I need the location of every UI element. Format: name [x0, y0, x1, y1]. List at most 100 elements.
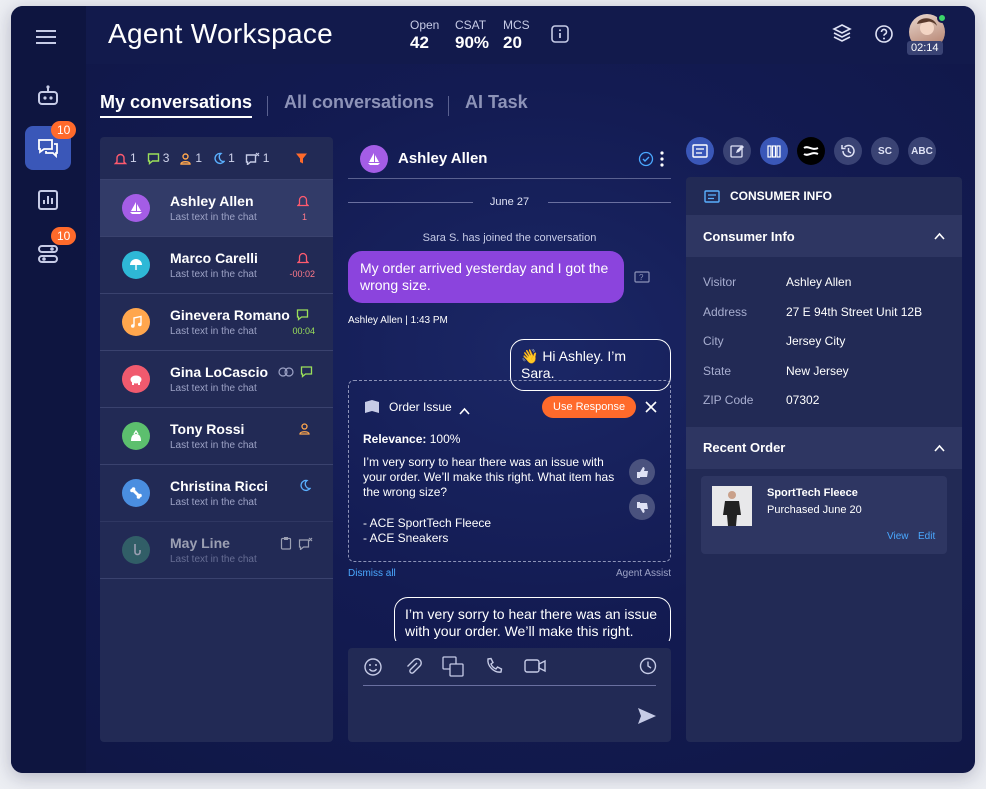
wait-timer: 00:04 — [292, 326, 315, 336]
paperclip-icon[interactable] — [404, 657, 422, 682]
field-address: Address 27 E 94th Street Unit 12B — [703, 304, 923, 319]
emoji-icon[interactable] — [363, 657, 383, 682]
agent-assist-label: Agent Assist — [615, 568, 671, 579]
moon-icon — [214, 152, 226, 164]
brand-logo-icon[interactable] — [797, 137, 825, 165]
chat-icon — [296, 308, 309, 321]
check-circle-icon[interactable] — [638, 151, 654, 172]
menu-icon[interactable] — [36, 28, 58, 51]
filter-alerts[interactable]: 1 — [114, 151, 137, 165]
history-icon[interactable] — [834, 137, 862, 165]
funnel-icon[interactable] — [295, 152, 308, 165]
chevron-up-icon[interactable] — [459, 402, 470, 420]
app-title: Agent Workspace — [108, 18, 333, 49]
filter-away[interactable]: 1 — [212, 151, 235, 165]
sc-tool-button[interactable]: SC — [871, 137, 899, 165]
session-timer: 02:14 — [907, 41, 943, 55]
messages-badge: 10 — [51, 121, 77, 139]
thumbs-up-icon[interactable] — [629, 459, 655, 485]
chat-icon — [300, 366, 313, 378]
consumer-card-icon[interactable] — [686, 137, 714, 165]
conversations-nav-button[interactable]: 10 — [25, 121, 77, 170]
message-input[interactable] — [363, 693, 633, 733]
alert-count: 1 — [301, 212, 307, 222]
send-icon[interactable] — [637, 707, 657, 730]
bone-icon — [122, 479, 150, 507]
consumer-info-panel: CONSUMER INFO Consumer Info Visitor Ashle… — [686, 177, 962, 742]
filter-people[interactable]: 1 — [179, 151, 202, 165]
translate-icon[interactable]: ? — [634, 271, 650, 290]
library-icon[interactable] — [760, 137, 788, 165]
order-view-link[interactable]: View — [887, 531, 909, 542]
filter-closed[interactable]: 1 — [245, 151, 269, 165]
order-card: SportTech Fleece Purchased June 20 View … — [701, 476, 947, 554]
info-icon[interactable] — [551, 25, 569, 48]
chat-bubbles-icon — [38, 139, 58, 159]
sailboat-icon — [122, 194, 150, 222]
overdue-timer: -00:02 — [289, 269, 315, 279]
status-icons — [280, 536, 313, 550]
assist-title: Order Issue — [389, 400, 452, 414]
panel-header: CONSUMER INFO — [686, 177, 962, 215]
abc-tool-button[interactable]: ABC — [908, 137, 936, 165]
music-icon — [122, 308, 150, 336]
assist-item-2: - ACE Sneakers — [363, 531, 449, 545]
moon-icon — [298, 479, 311, 492]
stat-open: Open 42 — [410, 18, 440, 52]
bot-nav-button[interactable] — [25, 74, 71, 118]
clock-icon[interactable] — [639, 657, 657, 680]
recent-order-section-header[interactable]: Recent Order — [686, 426, 962, 469]
agent-message-clip: I’m very sorry to hear there was an issu… — [394, 591, 671, 641]
sailboat-icon — [360, 145, 388, 173]
more-options-icon[interactable] — [659, 150, 665, 173]
edit-note-icon[interactable] — [723, 137, 751, 165]
conversation-list: 1 3 1 1 1 Ashley Allen Last text in the … — [100, 137, 333, 742]
conversation-row-christina-ricci[interactable]: Christina Ricci Last text in the chat — [100, 464, 333, 521]
bag-icon — [122, 422, 150, 450]
video-icon[interactable] — [524, 659, 546, 678]
online-status-dot — [937, 13, 947, 23]
conversation-row-gina-locascio[interactable]: Gina LoCascio Last text in the chat — [100, 350, 333, 407]
tab-my-conversations[interactable]: My conversations — [100, 92, 253, 118]
bell-icon — [297, 251, 309, 264]
filter-chats[interactable]: 3 — [147, 151, 169, 165]
chat-icon — [147, 152, 159, 165]
use-response-button[interactable]: Use Response — [542, 396, 637, 418]
status-icons — [278, 365, 313, 378]
book-icon — [363, 399, 381, 420]
help-icon[interactable] — [874, 24, 894, 49]
conversation-row-marco-carelli[interactable]: Marco Carelli Last text in the chat -00:… — [100, 236, 333, 293]
tab-divider — [448, 96, 449, 116]
field-city: City Jersey City — [703, 334, 846, 348]
canned-response-icon[interactable] — [442, 656, 464, 683]
phone-icon[interactable] — [485, 657, 504, 681]
person-icon — [180, 152, 192, 165]
chat-x-icon — [245, 152, 260, 165]
conversation-row-may-line[interactable]: May Line Last text in the chat — [100, 521, 333, 578]
order-edit-link[interactable]: Edit — [918, 531, 935, 542]
thumbs-down-icon[interactable] — [629, 494, 655, 520]
consumer-info-section-header[interactable]: Consumer Info — [686, 215, 962, 257]
field-state: State New Jersey — [703, 363, 849, 378]
tasks-nav-button[interactable]: 10 — [25, 227, 77, 276]
customer-message: My order arrived yesterday and I got the… — [348, 251, 624, 303]
dismiss-all-link[interactable]: Dismiss all — [348, 568, 396, 579]
close-icon[interactable] — [645, 400, 657, 418]
layers-icon[interactable] — [832, 23, 852, 48]
conversation-row-tony-rossi[interactable]: Tony Rossi Last text in the chat — [100, 407, 333, 464]
analytics-nav-button[interactable] — [25, 178, 71, 222]
composer-divider — [363, 685, 656, 686]
conversation-row-ashley-allen[interactable]: Ashley Allen Last text in the chat 1 — [100, 179, 333, 236]
id-card-icon — [704, 189, 720, 203]
sax-icon — [122, 536, 150, 564]
tab-ai-task[interactable]: AI Task — [465, 92, 528, 113]
stat-mcs: MCS 20 — [503, 18, 530, 52]
tab-all-conversations[interactable]: All conversations — [284, 92, 434, 113]
conversation-row-ginevera-romano[interactable]: Ginevera Romano Last text in the chat 00… — [100, 293, 333, 350]
chart-icon — [38, 190, 58, 210]
stat-csat: CSAT 90% — [455, 18, 490, 52]
tasks-badge: 10 — [51, 227, 77, 245]
piggy-icon — [122, 365, 150, 393]
order-product-name: SportTech Fleece — [767, 487, 858, 499]
chat-header: Ashley Allen — [348, 145, 671, 179]
